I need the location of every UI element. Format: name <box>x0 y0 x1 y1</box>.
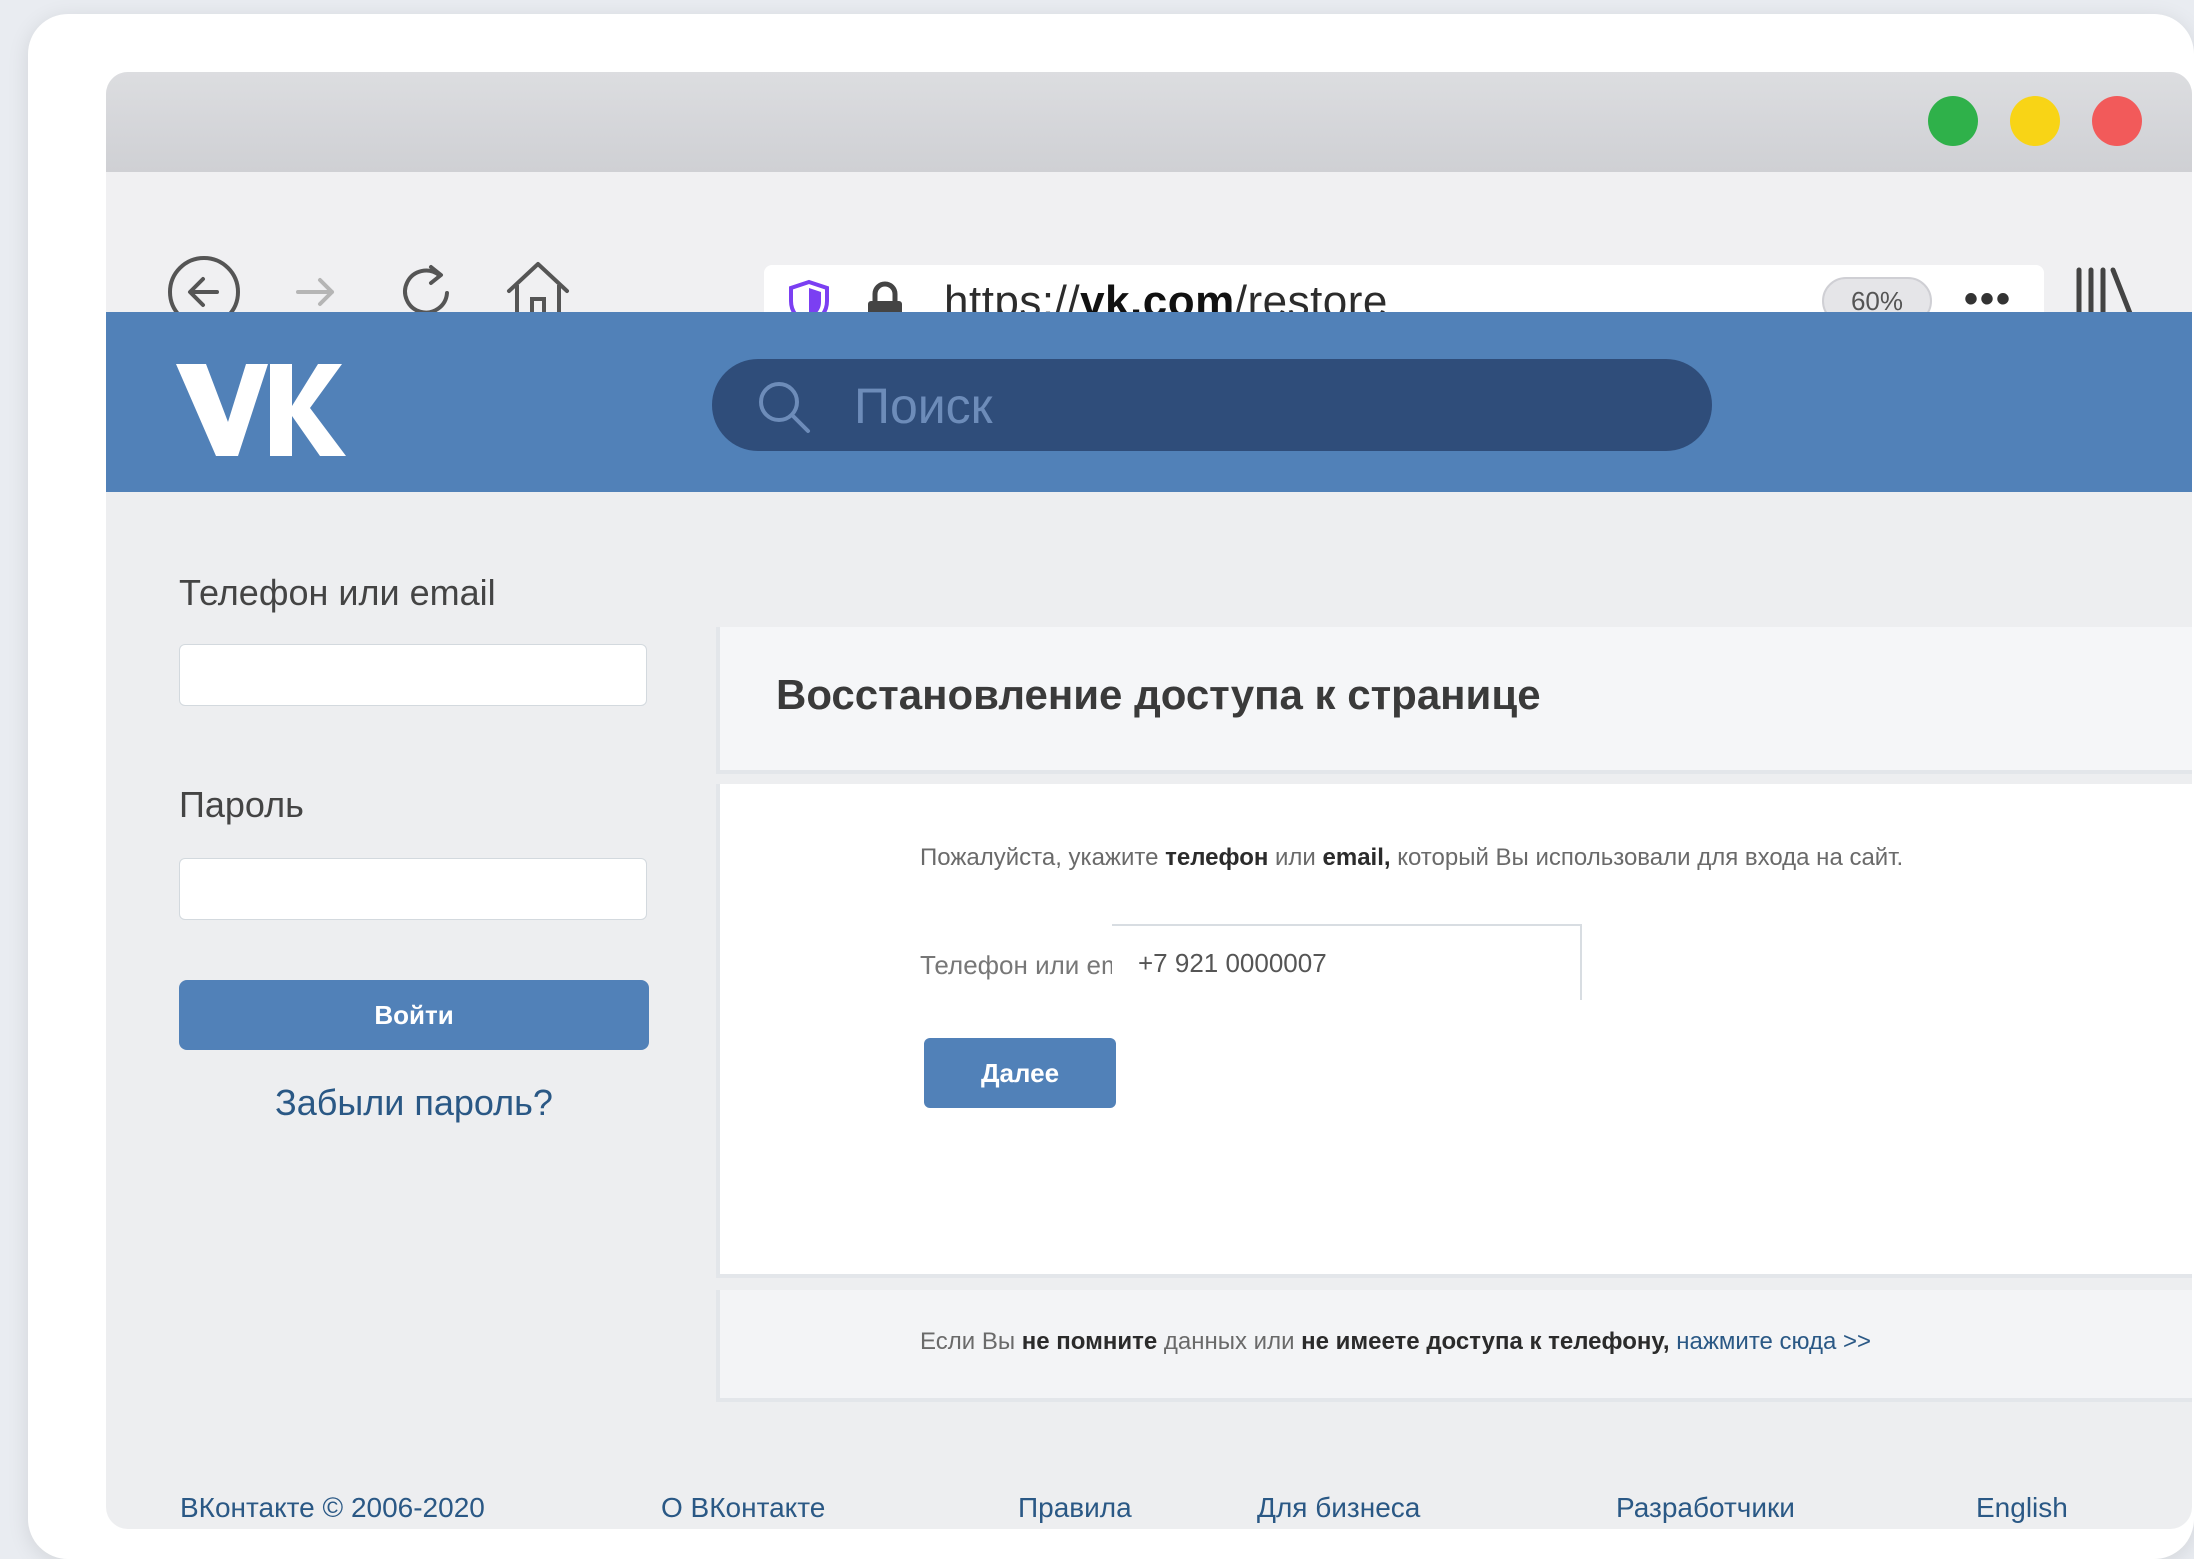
restore-phone-input[interactable] <box>1112 924 1582 1000</box>
footer-link-developers[interactable]: Разработчики <box>1616 1492 1795 1524</box>
phone-email-label: Телефон или email <box>179 572 496 613</box>
maximize-button[interactable] <box>1928 96 1978 146</box>
minimize-button[interactable] <box>2010 96 2060 146</box>
page-title: Восстановление доступа к странице <box>776 671 1541 718</box>
vk-logo-icon[interactable] <box>176 360 346 460</box>
login-password-input[interactable] <box>179 858 647 920</box>
vk-header <box>106 312 2192 492</box>
browser-window: https://vk.com/restore 60% ••• Поиск Тел… <box>106 72 2192 1529</box>
login-button[interactable]: Войти <box>179 980 649 1050</box>
restore-footer: Если Вы не помните данных или не имеете … <box>716 1290 2192 1402</box>
restore-form: Пожалуйста, укажите телефон или email, к… <box>716 784 2192 1278</box>
forgot-password-link[interactable]: Забыли пароль? <box>275 1082 553 1124</box>
device-frame: https://vk.com/restore 60% ••• Поиск Тел… <box>28 14 2194 1559</box>
instruction-text: Пожалуйста, укажите телефон или email, к… <box>920 844 1904 871</box>
copyright-text: ВКонтакте © 2006-2020 <box>180 1492 485 1523</box>
login-phone-email-input[interactable] <box>179 644 647 706</box>
title-bar <box>106 72 2192 172</box>
next-button[interactable]: Далее <box>924 1038 1116 1108</box>
footer-link-rules[interactable]: Правила <box>1018 1492 1132 1524</box>
restore-header: Восстановление доступа к странице <box>716 627 2192 774</box>
close-button[interactable] <box>2092 96 2142 146</box>
search-bar[interactable] <box>712 359 1712 451</box>
click-here-link[interactable]: нажмите сюда >> <box>1676 1328 1871 1355</box>
footer-link-business[interactable]: Для бизнеса <box>1257 1492 1420 1524</box>
footer-link-english[interactable]: English <box>1976 1492 2068 1524</box>
help-note: Если Вы не помните данных или не имеете … <box>920 1328 1872 1355</box>
password-label: Пароль <box>179 784 304 825</box>
search-input[interactable] <box>852 375 1676 437</box>
search-icon <box>759 382 810 433</box>
page-footer: ВКонтакте © 2006-2020 О ВКонтакте Правил… <box>106 1492 2192 1529</box>
footer-link-about[interactable]: О ВКонтакте <box>661 1492 825 1524</box>
